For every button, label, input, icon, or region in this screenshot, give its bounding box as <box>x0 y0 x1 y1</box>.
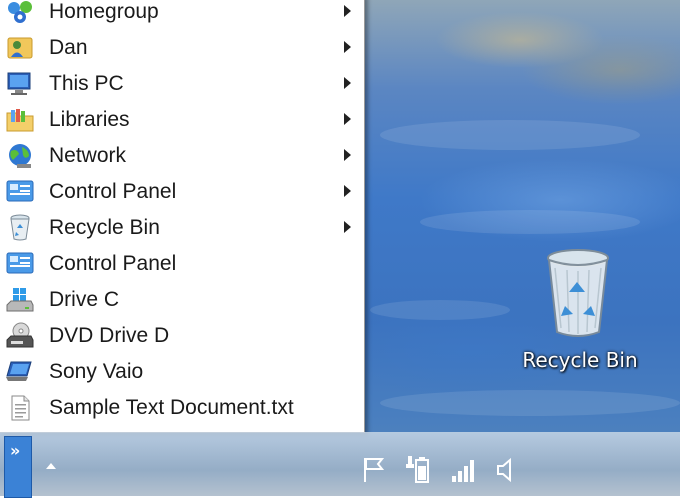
laptop-icon <box>6 361 32 381</box>
homegroup-icon <box>8 1 32 23</box>
recycle-bin-icon <box>10 214 30 241</box>
menu-item-label: Sony Vaio <box>49 360 144 383</box>
battery-icon[interactable] <box>404 454 432 486</box>
desktop-icon-label: Recycle Bin <box>522 348 638 372</box>
menu-item-control-panel-shortcut[interactable]: Control Panel <box>0 246 364 282</box>
menu-item-label: Libraries <box>49 108 130 131</box>
menu-item-label: Control Panel <box>49 252 177 275</box>
flag-icon[interactable] <box>360 454 388 486</box>
windows-drive-icon <box>6 288 34 312</box>
double-chevron-icon: » <box>10 441 21 460</box>
menu-item-label: Recycle Bin <box>49 216 160 239</box>
menu-item-label: Control Panel <box>49 180 177 203</box>
menu-item-dvd-drive-d[interactable]: DVD Drive D <box>0 318 364 354</box>
show-hidden-icons-arrow-icon[interactable] <box>46 463 56 469</box>
dvd-drive-icon <box>6 322 34 348</box>
network-globe-icon <box>9 144 31 168</box>
submenu-arrow-icon <box>344 77 351 89</box>
menu-item-recycle-bin[interactable]: Recycle Bin <box>0 210 364 246</box>
taskbar <box>0 432 680 496</box>
menu-item-label: Sample Text Document.txt <box>49 396 294 419</box>
menu-item-label: Drive C <box>49 288 120 311</box>
menu-item-libraries[interactable]: Libraries <box>0 102 364 138</box>
submenu-arrow-icon <box>344 113 351 125</box>
speaker-icon[interactable] <box>494 454 522 486</box>
user-folder-icon <box>7 37 33 59</box>
menu-item-label: DVD Drive D <box>49 324 170 347</box>
menu-item-label: Dan <box>49 36 88 59</box>
menu-item-homegroup[interactable]: Homegroup <box>0 0 364 30</box>
menu-item-drive-c[interactable]: Drive C <box>0 282 364 318</box>
water-ripple <box>370 300 510 320</box>
libraries-folder-icon <box>6 109 34 132</box>
menu-item-sony-vaio[interactable]: Sony Vaio <box>0 354 364 390</box>
water-ripple <box>380 390 680 416</box>
water-ripple <box>380 120 640 150</box>
submenu-arrow-icon <box>344 5 351 17</box>
context-menu: Homegroup Dan This PC Libraries Network … <box>0 0 365 433</box>
desktop-recycle-bin[interactable]: Recycle Bin <box>510 244 650 374</box>
submenu-arrow-icon <box>344 221 351 233</box>
signal-bars-icon[interactable] <box>450 454 478 486</box>
computer-icon <box>7 72 31 95</box>
submenu-arrow-icon <box>344 41 351 53</box>
control-panel-icon <box>6 180 34 202</box>
menu-item-sample-text-document[interactable]: Sample Text Document.txt <box>0 390 364 426</box>
submenu-arrow-icon <box>344 185 351 197</box>
menu-item-network[interactable]: Network <box>0 138 364 174</box>
submenu-arrow-icon <box>344 149 351 161</box>
recycle-bin-icon <box>547 249 609 337</box>
menu-item-control-panel[interactable]: Control Panel <box>0 174 364 210</box>
water-ripple <box>420 210 640 234</box>
toolbar-expand-button[interactable]: » <box>4 436 32 498</box>
menu-item-this-pc[interactable]: This PC <box>0 66 364 102</box>
menu-item-label: Network <box>49 144 127 167</box>
text-document-icon <box>11 395 30 421</box>
menu-item-label: Homegroup <box>49 0 159 23</box>
control-panel-icon <box>6 252 34 274</box>
menu-item-label: This PC <box>49 72 124 95</box>
menu-item-dan[interactable]: Dan <box>0 30 364 66</box>
